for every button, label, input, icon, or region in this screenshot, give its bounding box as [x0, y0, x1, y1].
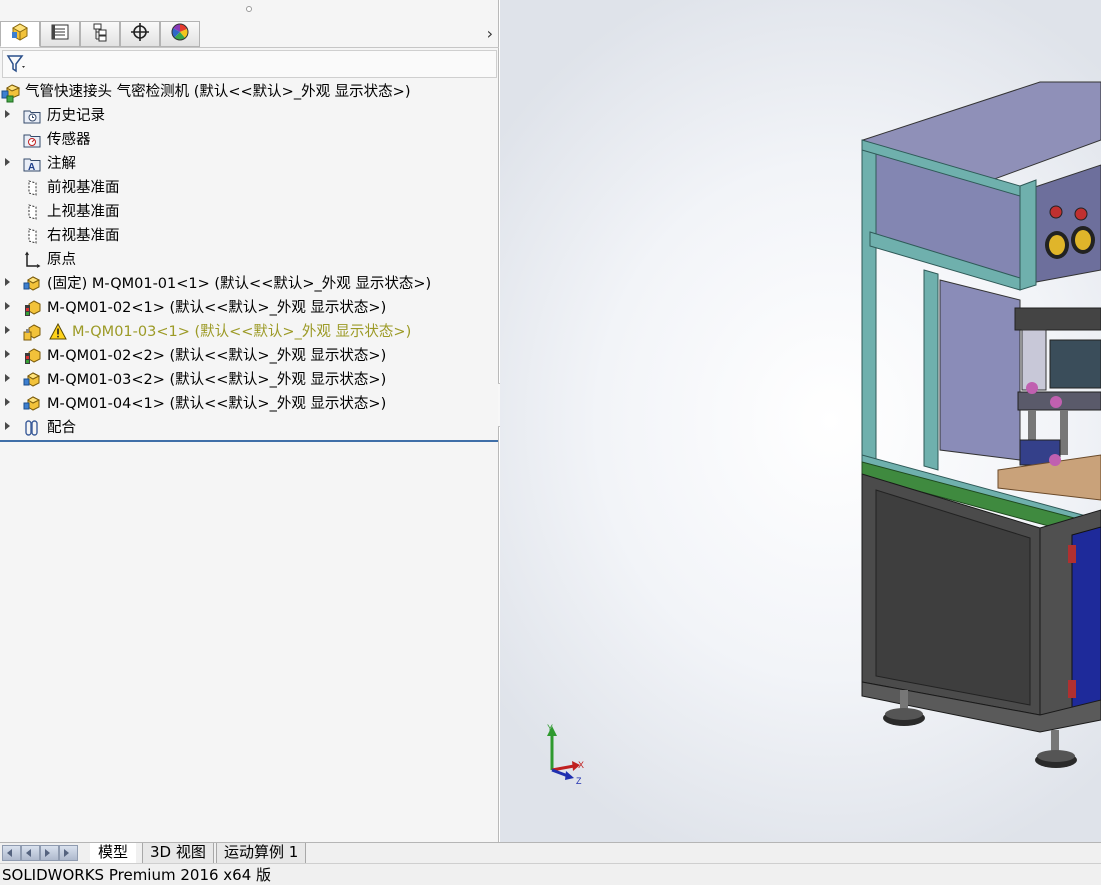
tab-propertymanager[interactable] [40, 21, 80, 47]
tree-item-mates[interactable]: 配合 [0, 416, 498, 440]
machine-3d-model[interactable] [500, 0, 1101, 842]
subassembly-icon [23, 275, 41, 293]
expand-arrow-icon[interactable] [5, 302, 10, 310]
tree-item-label: M-QM01-03<2> (默认<<默认>_外观 显示状态>) [47, 372, 387, 388]
tree-item-label: 历史记录 [47, 108, 105, 124]
tab-dimxpertmanager[interactable] [120, 21, 160, 47]
subassembly-icon [23, 299, 41, 317]
expand-arrow-icon[interactable] [5, 278, 10, 286]
tree-item-annotations[interactable]: A 注解 [0, 152, 498, 176]
dimxpertmanager-icon [130, 22, 150, 46]
tree-item-label: 注解 [47, 156, 76, 172]
tree-item-front-plane[interactable]: 前视基准面 [0, 176, 498, 200]
panel-grip-handle[interactable] [246, 6, 252, 12]
expand-arrow-icon[interactable] [5, 158, 10, 166]
origin-icon [23, 251, 41, 269]
tab-featuremanager[interactable] [0, 21, 40, 47]
expand-arrow-icon[interactable] [5, 398, 10, 406]
subassembly-warning-icon [23, 323, 41, 341]
tree-item-label: 传感器 [47, 132, 91, 148]
next-tab-button[interactable] [40, 845, 59, 861]
tree-filter-bar[interactable] [2, 50, 497, 78]
subassembly-icon [23, 347, 41, 365]
tab-3d-views[interactable]: 3D 视图 [142, 843, 214, 864]
history-folder-icon [23, 107, 41, 125]
warning-icon[interactable] [49, 322, 67, 344]
expand-arrow-icon[interactable] [5, 422, 10, 430]
expand-arrow-icon[interactable] [5, 326, 10, 334]
feature-manager-panel: › 气管快速接头 气密检测机 (默认<<默认>_外观 显示状态>) 历史记录 传… [0, 0, 514, 842]
reference-triad: Y X Z [538, 722, 590, 792]
tree-item-component[interactable]: (固定) M-QM01-01<1> (默认<<默认>_外观 显示状态>) [0, 272, 498, 296]
tree-item-label: M-QM01-03<1> (默认<<默认>_外观 显示状态>) [72, 324, 412, 340]
svg-text:A: A [28, 162, 35, 173]
plane-icon [23, 203, 41, 221]
chevron-right-icon[interactable]: › [487, 24, 493, 43]
propertymanager-icon [50, 23, 70, 45]
filter-icon[interactable] [6, 54, 28, 78]
tree-item-right-plane[interactable]: 右视基准面 [0, 224, 498, 248]
tree-item-label: M-QM01-02<1> (默认<<默认>_外观 显示状态>) [47, 300, 387, 316]
subassembly-icon [23, 395, 41, 413]
tab-model[interactable]: 模型 [90, 843, 137, 864]
tree-item-top-plane[interactable]: 上视基准面 [0, 200, 498, 224]
tree-item-component[interactable]: M-QM01-02<2> (默认<<默认>_外观 显示状态>) [0, 344, 498, 368]
triad-y-label: Y [547, 723, 553, 733]
tree-item-label: (固定) M-QM01-01<1> (默认<<默认>_外观 显示状态>) [47, 276, 432, 292]
configurationmanager-icon [91, 22, 109, 46]
tab-configurationmanager[interactable] [80, 21, 120, 47]
tree-item-component-warning[interactable]: M-QM01-03<1> (默认<<默认>_外观 显示状态>) [0, 320, 498, 344]
mates-icon [23, 419, 41, 437]
plane-icon [23, 179, 41, 197]
previous-tab-button[interactable] [21, 845, 40, 861]
tree-end-divider [0, 440, 498, 442]
displaymanager-icon [170, 22, 190, 46]
assembly-icon [1, 83, 21, 103]
expand-arrow-icon[interactable] [5, 350, 10, 358]
subassembly-icon [23, 371, 41, 389]
last-tab-button[interactable] [59, 845, 78, 861]
tree-item-label: 原点 [47, 252, 76, 268]
tab-displaymanager[interactable] [160, 21, 200, 47]
plane-icon [23, 227, 41, 245]
manager-tab-strip: › [0, 20, 499, 48]
tree-root-label: 气管快速接头 气密检测机 (默认<<默认>_外观 显示状态>) [25, 84, 411, 100]
annotations-folder-icon: A [23, 155, 41, 173]
featuremanager-icon [10, 22, 30, 46]
tree-item-label: 配合 [47, 420, 76, 436]
tree-item-component[interactable]: M-QM01-02<1> (默认<<默认>_外观 显示状态>) [0, 296, 498, 320]
tree-item-history[interactable]: 历史记录 [0, 104, 498, 128]
tree-item-component[interactable]: M-QM01-04<1> (默认<<默认>_外观 显示状态>) [0, 392, 498, 416]
triad-z-label: Z [576, 776, 582, 786]
tree-item-label: 前视基准面 [47, 180, 120, 196]
tree-item-label: 上视基准面 [47, 204, 120, 220]
expand-arrow-icon[interactable] [5, 110, 10, 118]
triad-x-label: X [578, 760, 584, 770]
tree-item-sensors[interactable]: 传感器 [0, 128, 498, 152]
expand-arrow-icon[interactable] [5, 374, 10, 382]
tree-item-origin[interactable]: 原点 [0, 248, 498, 272]
first-tab-button[interactable] [2, 845, 21, 861]
graphics-viewport[interactable]: Y X Z [500, 0, 1101, 842]
tree-item-label: 右视基准面 [47, 228, 120, 244]
tree-item-label: M-QM01-02<2> (默认<<默认>_外观 显示状态>) [47, 348, 387, 364]
bottom-tab-bar: 模型 3D 视图 运动算例 1 [0, 842, 1101, 864]
tab-motion-study[interactable]: 运动算例 1 [216, 843, 307, 864]
sensors-folder-icon [23, 131, 41, 149]
tree-item-label: M-QM01-04<1> (默认<<默认>_外观 显示状态>) [47, 396, 387, 412]
tree-item-component[interactable]: M-QM01-03<2> (默认<<默认>_外观 显示状态>) [0, 368, 498, 392]
status-bar: SOLIDWORKS Premium 2016 x64 版 [0, 863, 1101, 885]
status-text: SOLIDWORKS Premium 2016 x64 版 [2, 866, 272, 884]
tree-root-assembly[interactable]: 气管快速接头 气密检测机 (默认<<默认>_外观 显示状态>) [0, 80, 498, 104]
